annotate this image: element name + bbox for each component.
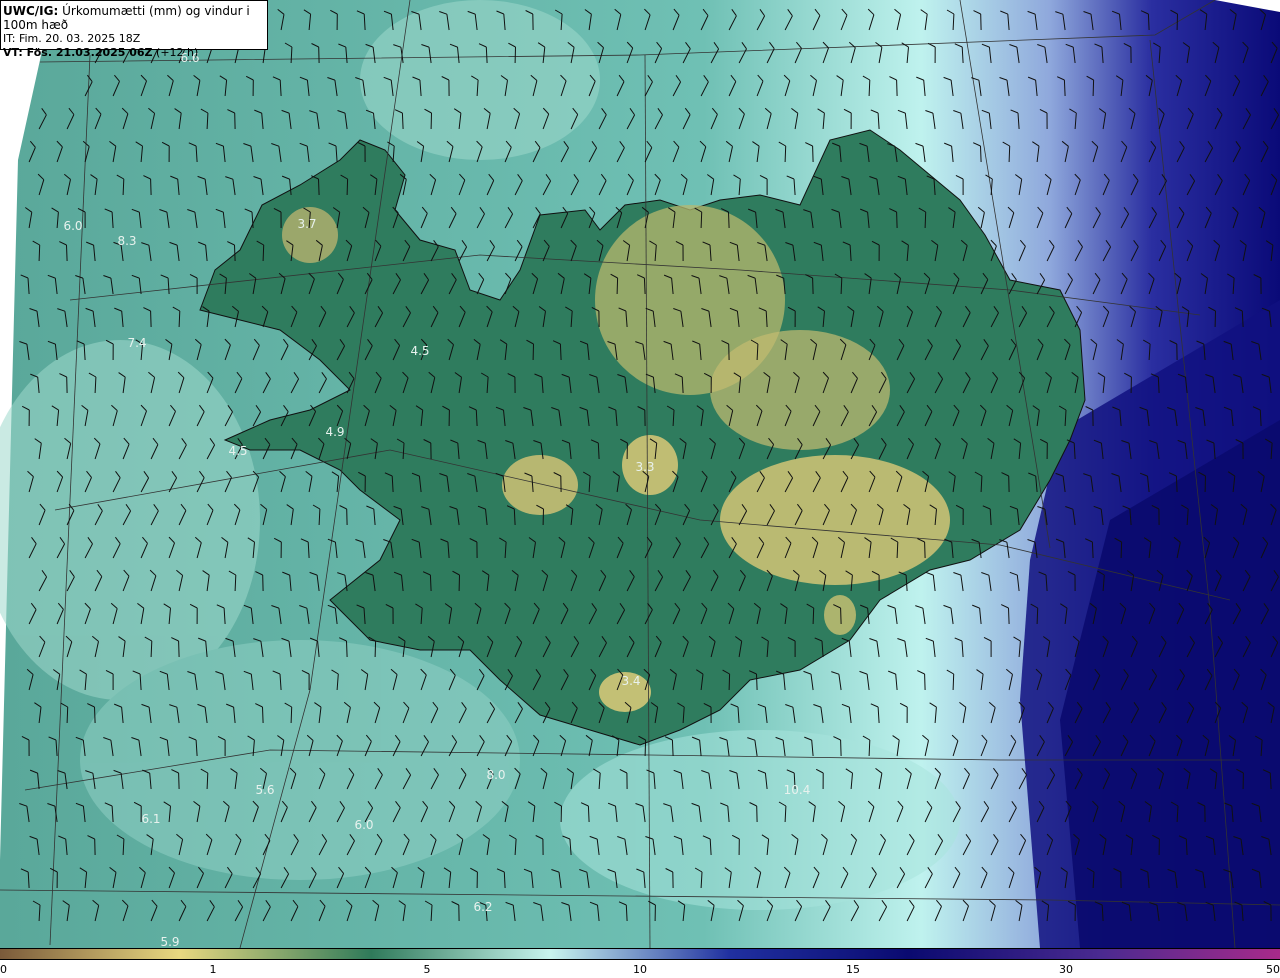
colorbar-tick: 50 — [1266, 963, 1280, 976]
precipitation-map[interactable]: 6.6 6.0 8.3 3.7 7.4 4.5 4.9 4.5 3.3 3.4 5.6 6.1 6.0 6… — [0, 0, 1280, 948]
valid-time-line: VT: Fös. 21.03.2025 06Z (+12 h) — [3, 46, 267, 60]
precip-value-label: 3.7 — [297, 217, 316, 231]
precip-value-label: 6.0 — [354, 818, 373, 832]
langjokull — [502, 455, 578, 515]
east-hills — [824, 595, 856, 635]
precip-value-label: 3.3 — [635, 460, 654, 474]
colorbar-tick: 15 — [846, 963, 860, 976]
model-label: UWC/IG: — [3, 4, 59, 18]
colorbar-tick: 1 — [209, 963, 217, 976]
precip-value-label: 3.4 — [621, 674, 640, 688]
precip-value-label: 4.5 — [410, 344, 429, 358]
colorbar-tick: 30 — [1059, 963, 1073, 976]
colorbar-tick: 10 — [633, 963, 647, 976]
title-line: UWC/IG: Úrkomumætti (mm) og vindur i 100… — [3, 4, 267, 32]
colorbar-tick: 5 — [423, 963, 431, 976]
precip-value-label: 4.9 — [325, 425, 344, 439]
precip-value-label: 4.5 — [228, 444, 247, 458]
precip-value-label: 6.0 — [63, 219, 82, 233]
lead-time: (+12 h) — [156, 46, 199, 59]
precip-value-label: 7.4 — [127, 336, 146, 350]
precip-value-label: 5.9 — [160, 935, 179, 948]
precip-value-label: 5.6 — [255, 783, 274, 797]
precip-value-label: 6.2 — [473, 900, 492, 914]
precip-value-label: 10.4 — [784, 783, 811, 797]
colorbar-tick: 0 — [0, 963, 7, 976]
precip-value-label: 8.0 — [486, 768, 505, 782]
info-box: UWC/IG: Úrkomumætti (mm) og vindur i 100… — [0, 0, 268, 59]
precip-value-label: 8.3 — [117, 234, 136, 248]
init-time: IT: Fim. 20. 03. 2025 18Z — [3, 32, 141, 45]
colorbar: 0 1 5 10 15 30 50 — [0, 948, 1280, 978]
colorbar-strip — [0, 948, 1280, 960]
central-highlands — [710, 330, 890, 450]
precip-value-label: 6.1 — [141, 812, 160, 826]
valid-time: VT: Fös. 21.03.2025 06Z — [3, 46, 153, 59]
vatnajokull — [720, 455, 950, 585]
